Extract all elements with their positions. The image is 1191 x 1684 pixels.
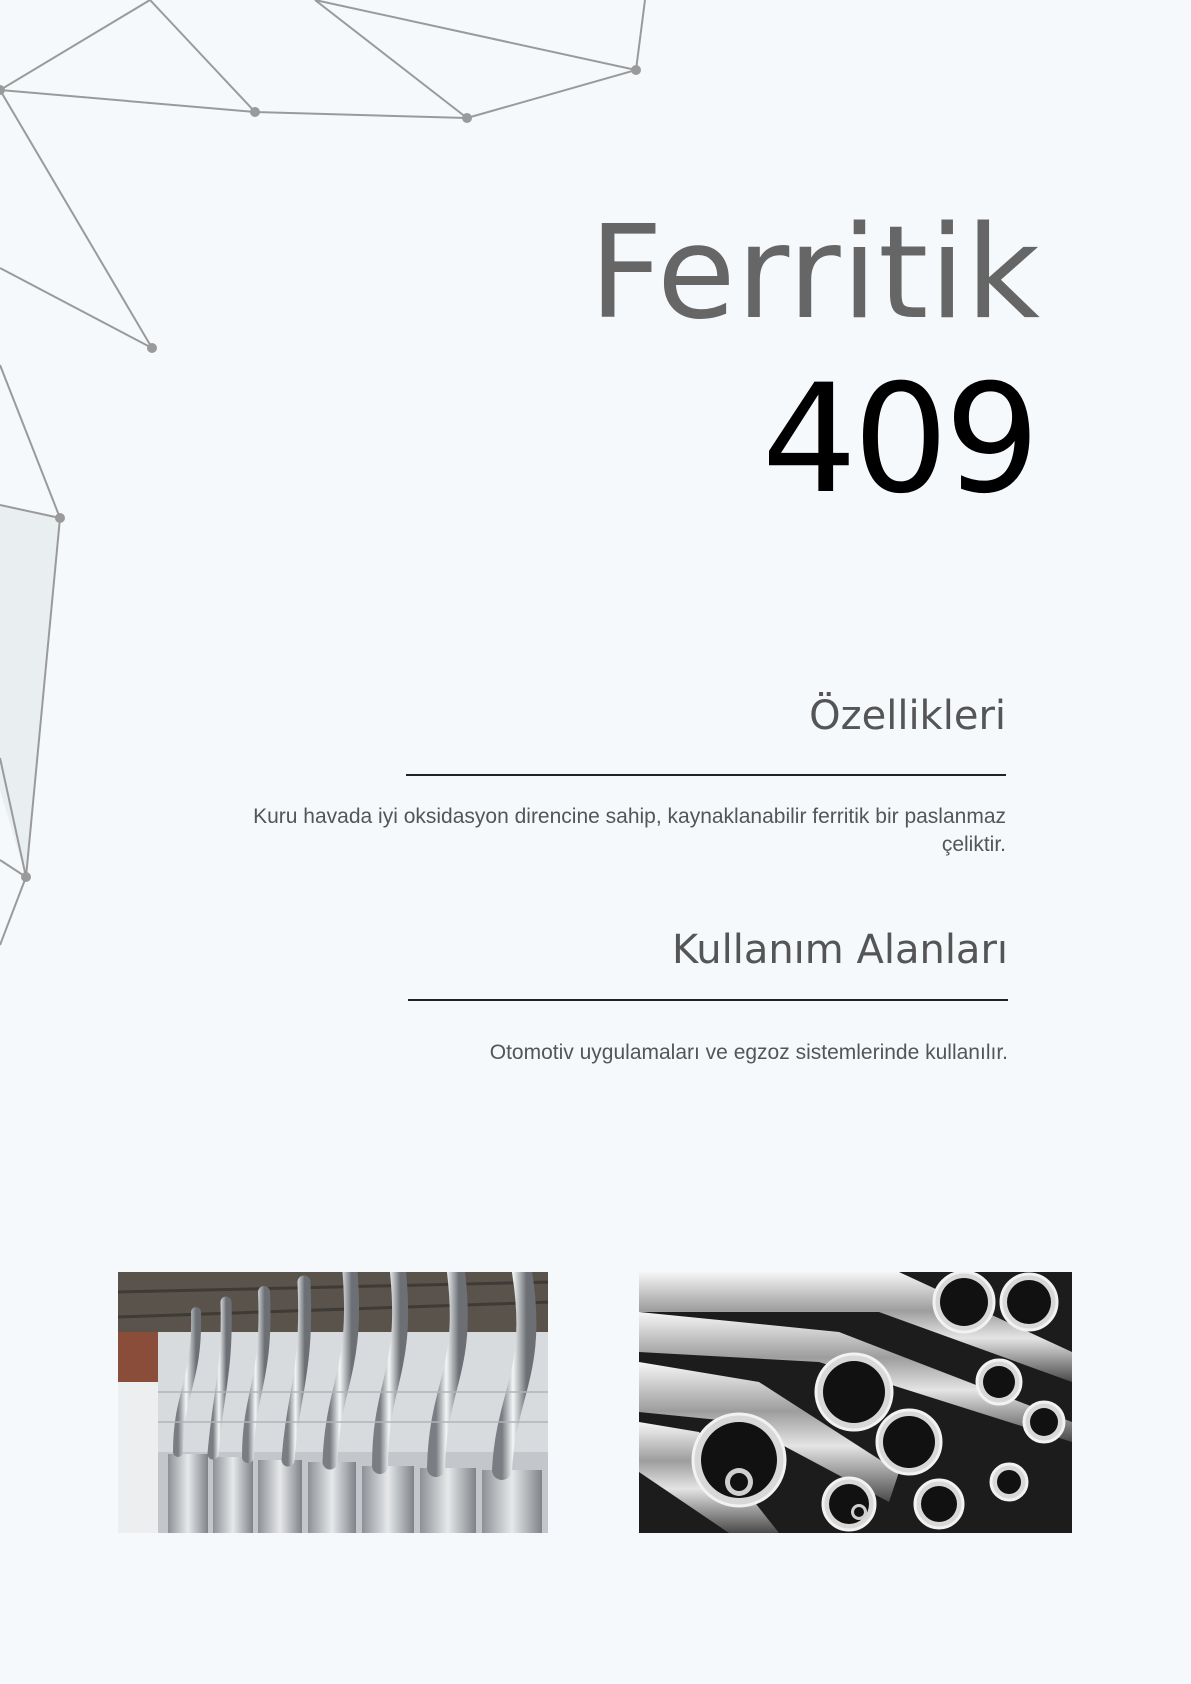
stainless-pipes-photo <box>639 1272 1072 1533</box>
product-family-title: Ferritik <box>589 199 1041 348</box>
product-grade-number: 409 <box>761 353 1040 527</box>
applications-text: Otomotiv uygulamaları ve egzoz sistemler… <box>489 1041 1008 1064</box>
applications-heading: Kullanım Alanları <box>672 927 1008 973</box>
properties-text: Kuru havada iyi oksidasyon direncine sah… <box>253 805 1006 856</box>
properties-divider <box>406 774 1006 776</box>
properties-heading: Özellikleri <box>809 693 1006 739</box>
exhaust-production-photo <box>118 1272 552 1533</box>
applications-divider <box>408 999 1008 1001</box>
